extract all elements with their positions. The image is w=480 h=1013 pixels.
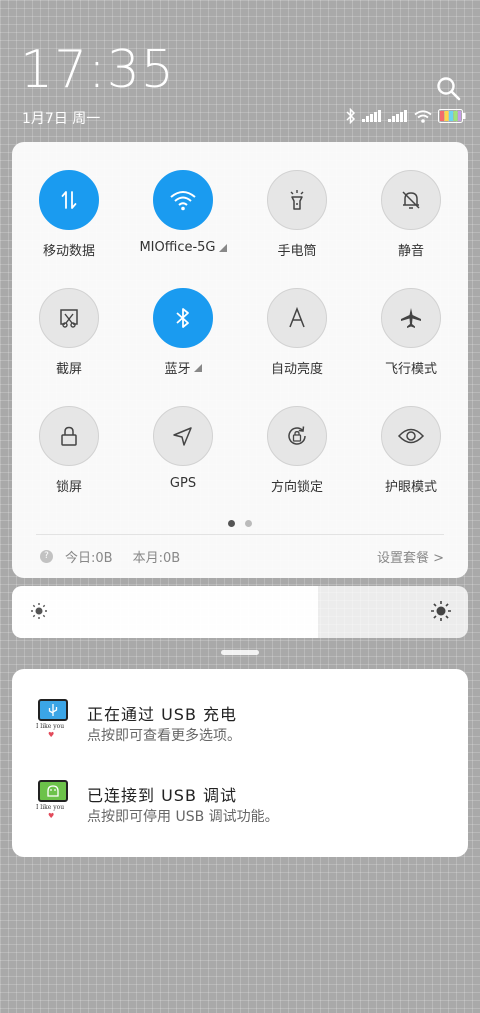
data-plan-settings-link[interactable]: 设置套餐 > xyxy=(377,547,444,566)
toggle-label: 静音 xyxy=(397,244,424,259)
notification-text: 点按即可停用 USB 调试功能。 xyxy=(87,809,279,825)
icon-caption: I like you xyxy=(36,804,65,811)
icon-caption: I like you xyxy=(36,723,65,730)
wifi-network-name: MIOffice-5G xyxy=(139,240,216,255)
help-icon[interactable]: ? xyxy=(40,549,53,563)
page-indicator xyxy=(12,520,468,527)
notification-text: 点按即可查看更多选项。 xyxy=(87,728,241,744)
expand-triangle-icon[interactable] xyxy=(218,243,227,252)
toggle-flashlight[interactable]: 手电筒 xyxy=(240,170,354,273)
status-bar-icons xyxy=(346,108,466,124)
usb-icon-frame xyxy=(38,699,68,721)
toggle-grid: 移动数据 MIOffice-5G 手电筒 静音 截屏 蓝牙 自动亮度 飞行模式 … xyxy=(12,170,468,509)
toggle-label: 方向锁定 xyxy=(270,480,323,495)
android-debug-icon: I like you ♥ xyxy=(36,780,72,824)
toggle-label-bluetooth: 蓝牙 xyxy=(164,358,202,377)
lock-icon[interactable] xyxy=(39,406,99,466)
signal-icon xyxy=(362,110,382,122)
toggle-eye-care[interactable]: 护眼模式 xyxy=(354,406,468,509)
bluetooth-label: 蓝牙 xyxy=(164,362,191,377)
toggle-label: 截屏 xyxy=(55,362,82,377)
notification-usb-debugging[interactable]: I like you ♥ 已连接到 USB 调试 点按即可停用 USB 调试功能… xyxy=(12,780,468,850)
toggle-screenshot[interactable]: 截屏 xyxy=(12,288,126,391)
toggle-label: 飞行模式 xyxy=(384,362,437,377)
toggle-auto-brightness[interactable]: 自动亮度 xyxy=(240,288,354,391)
eye-icon[interactable] xyxy=(381,406,441,466)
toggle-lock-screen[interactable]: 锁屏 xyxy=(12,406,126,509)
heart-icon: ♥ xyxy=(48,812,55,820)
toggle-label: 锁屏 xyxy=(55,480,82,495)
auto-brightness-icon[interactable] xyxy=(267,288,327,348)
bluetooth-icon[interactable] xyxy=(153,288,213,348)
brightness-high-icon xyxy=(430,600,452,626)
toggle-label: 手电筒 xyxy=(277,244,317,259)
usage-month: 本月:0B xyxy=(132,550,181,566)
brightness-level xyxy=(12,586,318,638)
brightness-low-icon xyxy=(30,602,48,624)
toggle-label-wifi: MIOffice-5G xyxy=(139,240,227,255)
wifi-icon[interactable] xyxy=(153,170,213,230)
brightness-slider[interactable] xyxy=(12,586,468,638)
toggle-gps[interactable]: GPS xyxy=(126,406,240,509)
toggle-mute[interactable]: 静音 xyxy=(354,170,468,273)
flashlight-icon[interactable] xyxy=(267,170,327,230)
divider xyxy=(36,534,444,535)
toggle-wifi[interactable]: MIOffice-5G xyxy=(126,170,240,273)
toggle-bluetooth[interactable]: 蓝牙 xyxy=(126,288,240,391)
toggle-label: 移动数据 xyxy=(42,244,95,259)
clock-time: 17:35 xyxy=(20,40,175,100)
screenshot-icon[interactable] xyxy=(39,288,99,348)
mute-bell-icon[interactable] xyxy=(381,170,441,230)
usb-icon: I like you ♥ xyxy=(36,699,72,743)
search-icon[interactable] xyxy=(436,76,462,102)
toggle-mobile-data[interactable]: 移动数据 xyxy=(12,170,126,273)
toggle-label: GPS xyxy=(169,476,197,491)
quick-settings-panel: 移动数据 MIOffice-5G 手电筒 静音 截屏 蓝牙 自动亮度 飞行模式 … xyxy=(12,142,468,578)
android-icon-frame xyxy=(38,780,68,802)
clock-date: 1月7日 周一 xyxy=(22,111,101,127)
signal-icon xyxy=(388,110,408,122)
notification-title: 正在通过 USB 充电 xyxy=(87,705,238,724)
mobile-data-icon[interactable] xyxy=(39,170,99,230)
battery-icon xyxy=(438,109,466,123)
toggle-label: 自动亮度 xyxy=(270,362,323,377)
wifi-icon xyxy=(414,109,432,123)
toggle-airplane[interactable]: 飞行模式 xyxy=(354,288,468,391)
bluetooth-icon xyxy=(346,108,356,124)
page-dot-active[interactable] xyxy=(228,520,235,527)
airplane-icon[interactable] xyxy=(381,288,441,348)
data-usage-row: ? 今日:0B 本月:0B 设置套餐 > xyxy=(40,546,444,566)
drag-handle[interactable] xyxy=(221,650,259,655)
rotation-lock-icon[interactable] xyxy=(267,406,327,466)
gps-icon[interactable] xyxy=(153,406,213,466)
notification-usb-charging[interactable]: I like you ♥ 正在通过 USB 充电 点按即可查看更多选项。 xyxy=(12,699,468,769)
notification-title: 已连接到 USB 调试 xyxy=(87,786,238,805)
toggle-label: 护眼模式 xyxy=(384,480,437,495)
heart-icon: ♥ xyxy=(48,731,55,739)
page-dot[interactable] xyxy=(245,520,252,527)
usage-today: 今日:0B xyxy=(65,550,113,566)
notification-list: I like you ♥ 正在通过 USB 充电 点按即可查看更多选项。 I l… xyxy=(12,669,468,857)
toggle-rotation-lock[interactable]: 方向锁定 xyxy=(240,406,354,509)
expand-triangle-icon[interactable] xyxy=(193,363,202,372)
